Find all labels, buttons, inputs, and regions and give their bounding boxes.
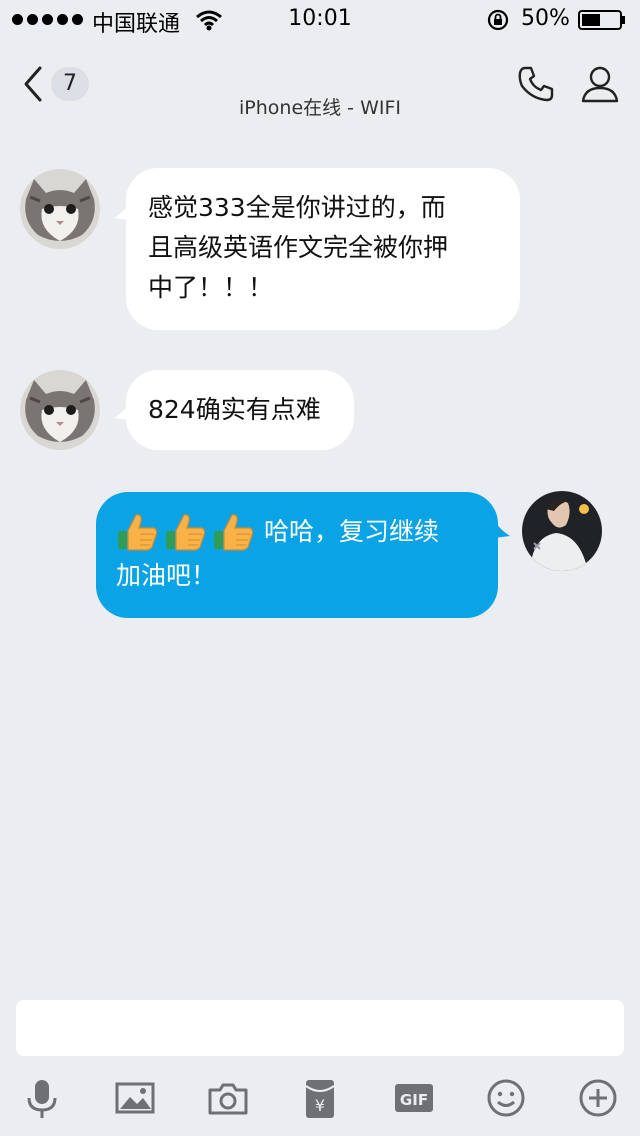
message-text: 824确实有点难: [148, 395, 321, 424]
contact-avatar[interactable]: [20, 169, 100, 249]
thumbs-up-emoji-icon: [118, 514, 158, 551]
chat-screen: 中国联通 10:01 50% 7 iPhone在线 - WIFI 感觉333全是…: [0, 0, 640, 1136]
camera-icon[interactable]: [206, 1076, 250, 1120]
gif-icon[interactable]: GIF: [392, 1076, 436, 1120]
chat-header: 7 iPhone在线 - WIFI: [0, 40, 640, 130]
outgoing-message-bubble[interactable]: 哈哈，复习继续 加油吧！: [96, 492, 498, 618]
thumbs-up-emoji-group: [116, 511, 256, 553]
image-icon[interactable]: [113, 1076, 157, 1120]
status-bar: 中国联通 10:01 50%: [0, 0, 640, 40]
battery-percent: 50%: [521, 6, 570, 31]
orientation-lock-icon: [487, 9, 509, 31]
message-text: 感觉333全是你讲过的，而: [148, 193, 446, 222]
my-avatar[interactable]: [522, 491, 602, 571]
person-avatar-icon: [522, 491, 602, 571]
phone-call-icon[interactable]: [516, 64, 556, 104]
emoji-icon[interactable]: [484, 1076, 528, 1120]
incoming-message-bubble[interactable]: 824确实有点难: [126, 370, 354, 450]
message-text: 加油吧！: [116, 561, 217, 590]
message-text: 中了！！！: [148, 273, 274, 302]
message-text: 且高级英语作文完全被你押: [148, 233, 449, 262]
profile-icon[interactable]: [580, 64, 620, 104]
contact-avatar[interactable]: [20, 370, 100, 450]
microphone-icon[interactable]: [20, 1076, 64, 1120]
red-packet-label: ¥: [315, 1096, 325, 1115]
red-packet-icon[interactable]: ¥: [298, 1076, 342, 1120]
bubble-tail: [494, 520, 510, 538]
input-toolbar: ¥ GIF: [0, 1070, 640, 1136]
message-text: 哈哈，复习继续: [264, 517, 440, 546]
plus-icon[interactable]: [576, 1076, 620, 1120]
message-input[interactable]: [16, 1000, 624, 1056]
battery-icon: [578, 10, 625, 30]
gif-label: GIF: [400, 1091, 428, 1109]
incoming-message-bubble[interactable]: 感觉333全是你讲过的，而 且高级英语作文完全被你押 中了！！！: [126, 168, 520, 330]
thumbs-up-emoji-icon: [214, 514, 254, 551]
cat-avatar-icon: [20, 169, 100, 249]
cat-avatar-icon: [20, 370, 100, 450]
thumbs-up-emoji-icon: [166, 514, 206, 551]
